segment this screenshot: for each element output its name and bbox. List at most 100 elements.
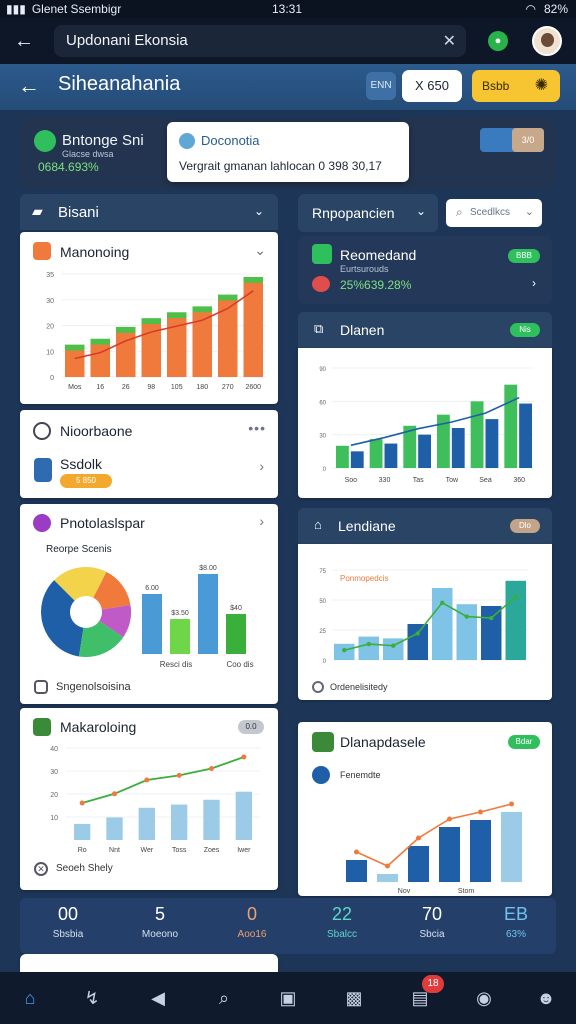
bar [481, 606, 502, 660]
search-icon[interactable]: ⌕ [212, 986, 236, 1010]
stat-1[interactable]: 5 Moeono [120, 904, 200, 940]
stat-value: 22 [331, 904, 353, 924]
settings-icon [33, 422, 51, 440]
browser-back-icon[interactable]: ← [14, 30, 34, 53]
x-tick-label: 330 [379, 477, 391, 484]
card2-title: Nioorbaone [60, 423, 133, 439]
bar-green [369, 439, 383, 468]
wallet-icon[interactable]: ▣ [276, 986, 300, 1010]
header-small-button[interactable]: ENN [366, 72, 396, 100]
exchange-value: 0684.693% [38, 160, 99, 174]
line-point [509, 801, 514, 807]
chevron-right-icon[interactable]: › [259, 458, 264, 474]
header-yellow-button[interactable]: Bsbb ✺ [472, 70, 560, 102]
bar-orange [116, 332, 136, 377]
recommend-card[interactable]: Reomedand Eurtsurouds 25%639.28% BBB › [298, 236, 552, 304]
y-tick-label: 0 [50, 375, 54, 382]
extension-icon[interactable]: ● [488, 31, 508, 51]
right-section-title: Rnpopancien [312, 205, 395, 221]
home-icon: ⌂ [314, 517, 322, 532]
status-left-text: Glenet Ssembigr [31, 2, 122, 16]
right-section-header[interactable]: Rnpopancien ⌄ [298, 194, 438, 232]
right-chart3-svg: Nov Stom [346, 801, 522, 895]
y-tick-label: 10 [50, 815, 58, 822]
bar [432, 588, 453, 660]
bar [171, 804, 188, 840]
search-input[interactable]: ⌕ Scedlkcs ⌄ [446, 199, 542, 227]
chevron-down-icon[interactable]: ⌄ [416, 204, 426, 218]
x-tick-label: Iwer [237, 847, 251, 854]
line-point [478, 809, 483, 815]
url-field[interactable]: Updonani Ekonsia ✕ [54, 25, 466, 57]
megaphone-icon[interactable]: ◀ [146, 986, 170, 1010]
y-tick-label: 0 [323, 467, 327, 473]
header-close-button[interactable]: X 650 [402, 70, 462, 102]
bar-green [470, 401, 484, 468]
bar [439, 827, 460, 882]
right-chart2-footer[interactable]: Ordenelisitedy [330, 682, 388, 692]
bar [408, 846, 429, 882]
stat-label: 63% [505, 929, 526, 940]
y-tick-label: 25 [319, 629, 326, 635]
bar-green [336, 445, 349, 468]
bar-orange [65, 350, 85, 377]
header-yellow-label: Bsbb [482, 79, 510, 93]
more-icon[interactable]: ••• [248, 420, 266, 436]
avatar[interactable] [532, 26, 562, 56]
line-point [354, 849, 359, 855]
wifi-icon: ◠ [525, 2, 536, 16]
stat-3[interactable]: 22 Sbalcc [302, 904, 382, 940]
stat-5[interactable]: EB 63% [476, 904, 556, 940]
status-bar: ▮▮▮ Glenet Ssembigr 13:31 ◠ 82% [0, 0, 576, 18]
x-tick-label: 16 [96, 384, 104, 391]
bar [358, 636, 379, 660]
info-icon [179, 133, 195, 149]
view-toggle[interactable]: 3/0 [480, 128, 544, 152]
close-icon[interactable]: ✕ [34, 862, 48, 876]
stat-0[interactable]: 00 Sbsbia [28, 904, 108, 940]
stat-label: Moeono [141, 929, 179, 940]
back-icon[interactable]: ← [18, 73, 40, 99]
y-tick-label: 20 [50, 792, 58, 799]
search-icon: ⌕ [456, 205, 463, 219]
card3-footer[interactable]: Sngenolsoisina [56, 681, 131, 693]
profile-icon[interactable]: ☻ [534, 986, 558, 1010]
line-point [415, 631, 420, 636]
bar [470, 820, 491, 882]
right-chart1-chip: Nis [510, 323, 540, 337]
support-icon[interactable]: ◉ [472, 986, 496, 1010]
chevron-down-icon[interactable]: ⌄ [254, 204, 264, 218]
stat-2[interactable]: 0 Aoo16 [212, 904, 292, 940]
right-chart2-header: ⌂ Lendiane Dlo [298, 508, 552, 544]
bar [346, 860, 367, 882]
right-chart1-card: 90 60 30 0 Soo 330 Tas Tow Sea 360 [298, 348, 552, 498]
x-tick-label: Resci dis [160, 660, 192, 669]
bar [203, 799, 220, 840]
bottom-nav: ⌂ ↯ ◀ ⌕ ▣ ▩ ▤ ◉ ☻ [0, 972, 576, 1024]
route-icon[interactable]: ↯ [80, 986, 104, 1010]
y-tick-label: 50 [319, 599, 326, 605]
url-text: Updonani Ekonsia [66, 32, 188, 49]
chart-card-pie: Pnotolaslspar › Reorpe Scenis 6.00 $3.50 $… [20, 504, 278, 704]
clock-icon [312, 681, 324, 693]
search-placeholder: Scedlkcs [470, 207, 511, 218]
notification-badge: 18 [422, 975, 444, 993]
left-section-header[interactable]: ▰ Bisani ⌄ [20, 194, 278, 230]
x-tick-label: 360 [513, 477, 525, 484]
chevron-down-icon: ⌄ [524, 206, 534, 218]
stat-4[interactable]: 70 Sbcia [392, 904, 472, 940]
clear-icon[interactable]: ✕ [443, 31, 456, 51]
exchange-title: Bntonge Sni [62, 132, 144, 149]
exchange-icon [34, 130, 56, 152]
home-icon[interactable]: ⌂ [18, 986, 42, 1010]
card4-footer[interactable]: Seoeh Shely [56, 863, 113, 874]
data-label: $8.00 [199, 565, 217, 572]
tooltip-title: Doconotia [201, 133, 260, 148]
rec-value: 25%639.28% [340, 278, 412, 292]
x-tick-label: Nnt [109, 847, 120, 854]
x-tick-label: 2600 [245, 384, 261, 391]
image-icon[interactable]: ▩ [342, 986, 366, 1010]
y-tick-label: 60 [319, 400, 326, 406]
line-point [440, 600, 445, 605]
card2-item[interactable]: Ssdolk [60, 456, 102, 472]
